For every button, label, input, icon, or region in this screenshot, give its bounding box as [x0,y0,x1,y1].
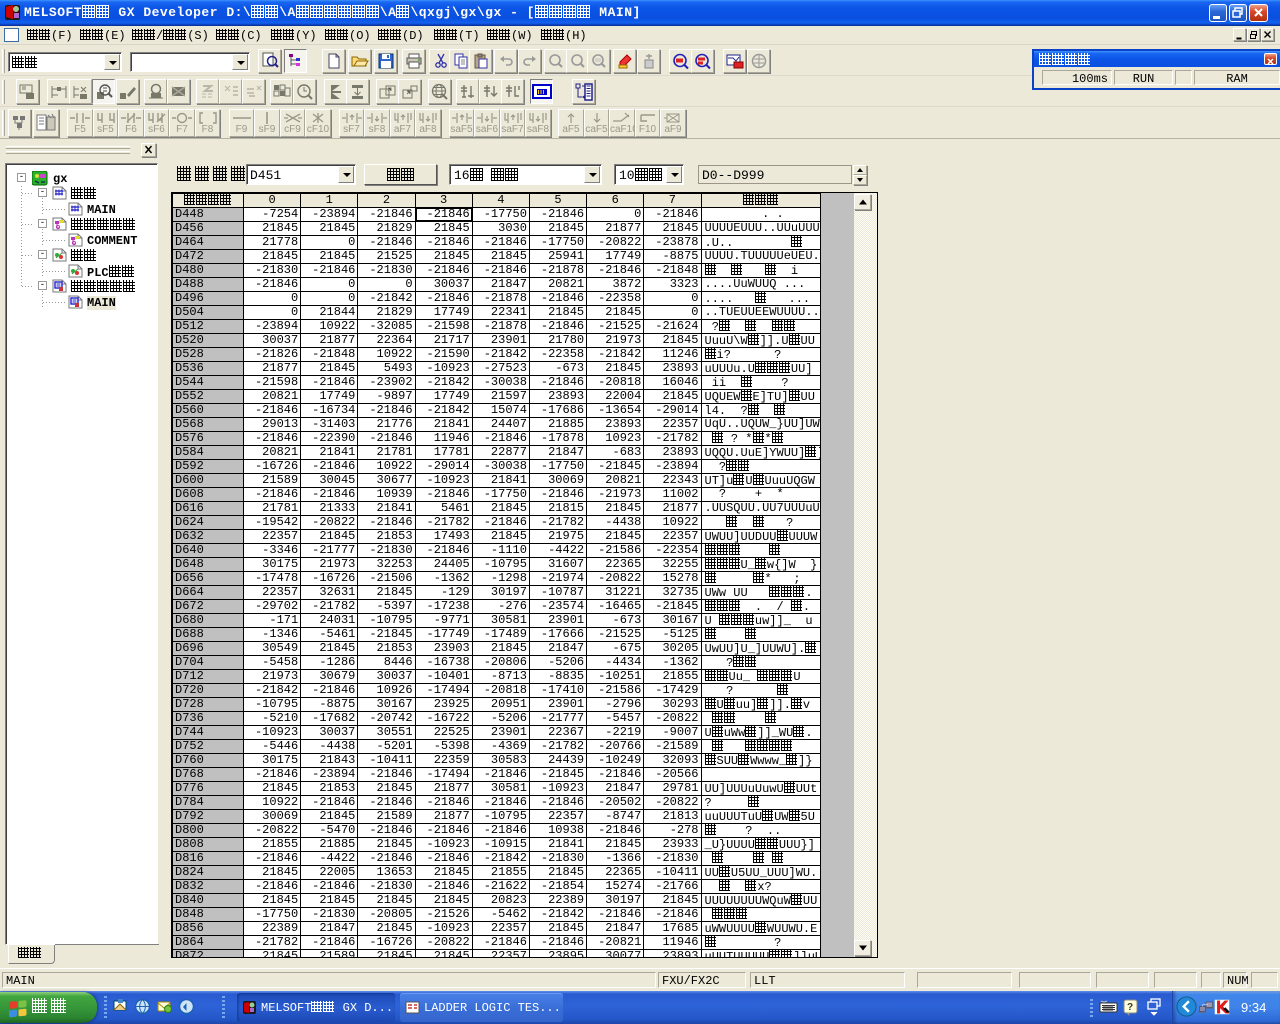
svg-text:?: ? [1127,1002,1133,1013]
